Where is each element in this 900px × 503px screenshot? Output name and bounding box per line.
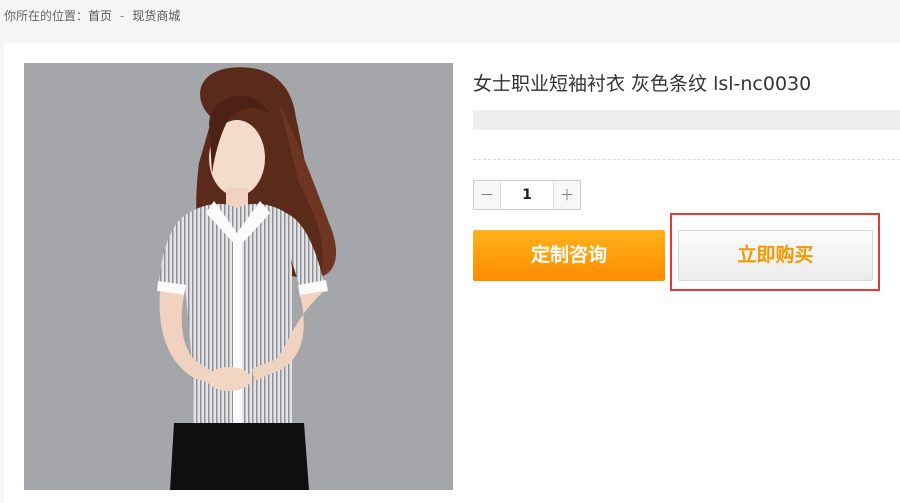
price-placeholder-bar (473, 110, 900, 130)
product-title: 女士职业短袖衬衣 灰色条纹 lsl-nc0030 (473, 73, 812, 95)
breadcrumb-home-link[interactable]: 首页 (88, 9, 112, 23)
custom-consult-button[interactable]: 定制咨询 (473, 230, 665, 281)
buy-now-highlight-box (670, 213, 880, 291)
product-image (24, 63, 453, 490)
breadcrumb-separator: - (120, 9, 125, 23)
divider (473, 159, 900, 160)
quantity-increase-button[interactable]: ＋ (554, 181, 580, 209)
quantity-input[interactable]: 1 (500, 181, 554, 209)
quantity-decrease-button[interactable]: － (474, 181, 500, 209)
breadcrumb: 你所在的位置：首页 - 现货商城 (4, 7, 180, 24)
breadcrumb-current-link[interactable]: 现货商城 (132, 9, 180, 23)
breadcrumb-prefix: 你所在的位置： (4, 9, 89, 23)
product-detail-panel: 女士职业短袖衬衣 灰色条纹 lsl-nc0030 － 1 ＋ 定制咨询 立即购买 (4, 43, 900, 503)
quantity-stepper: － 1 ＋ (473, 180, 581, 210)
product-photo-illustration (24, 63, 453, 490)
